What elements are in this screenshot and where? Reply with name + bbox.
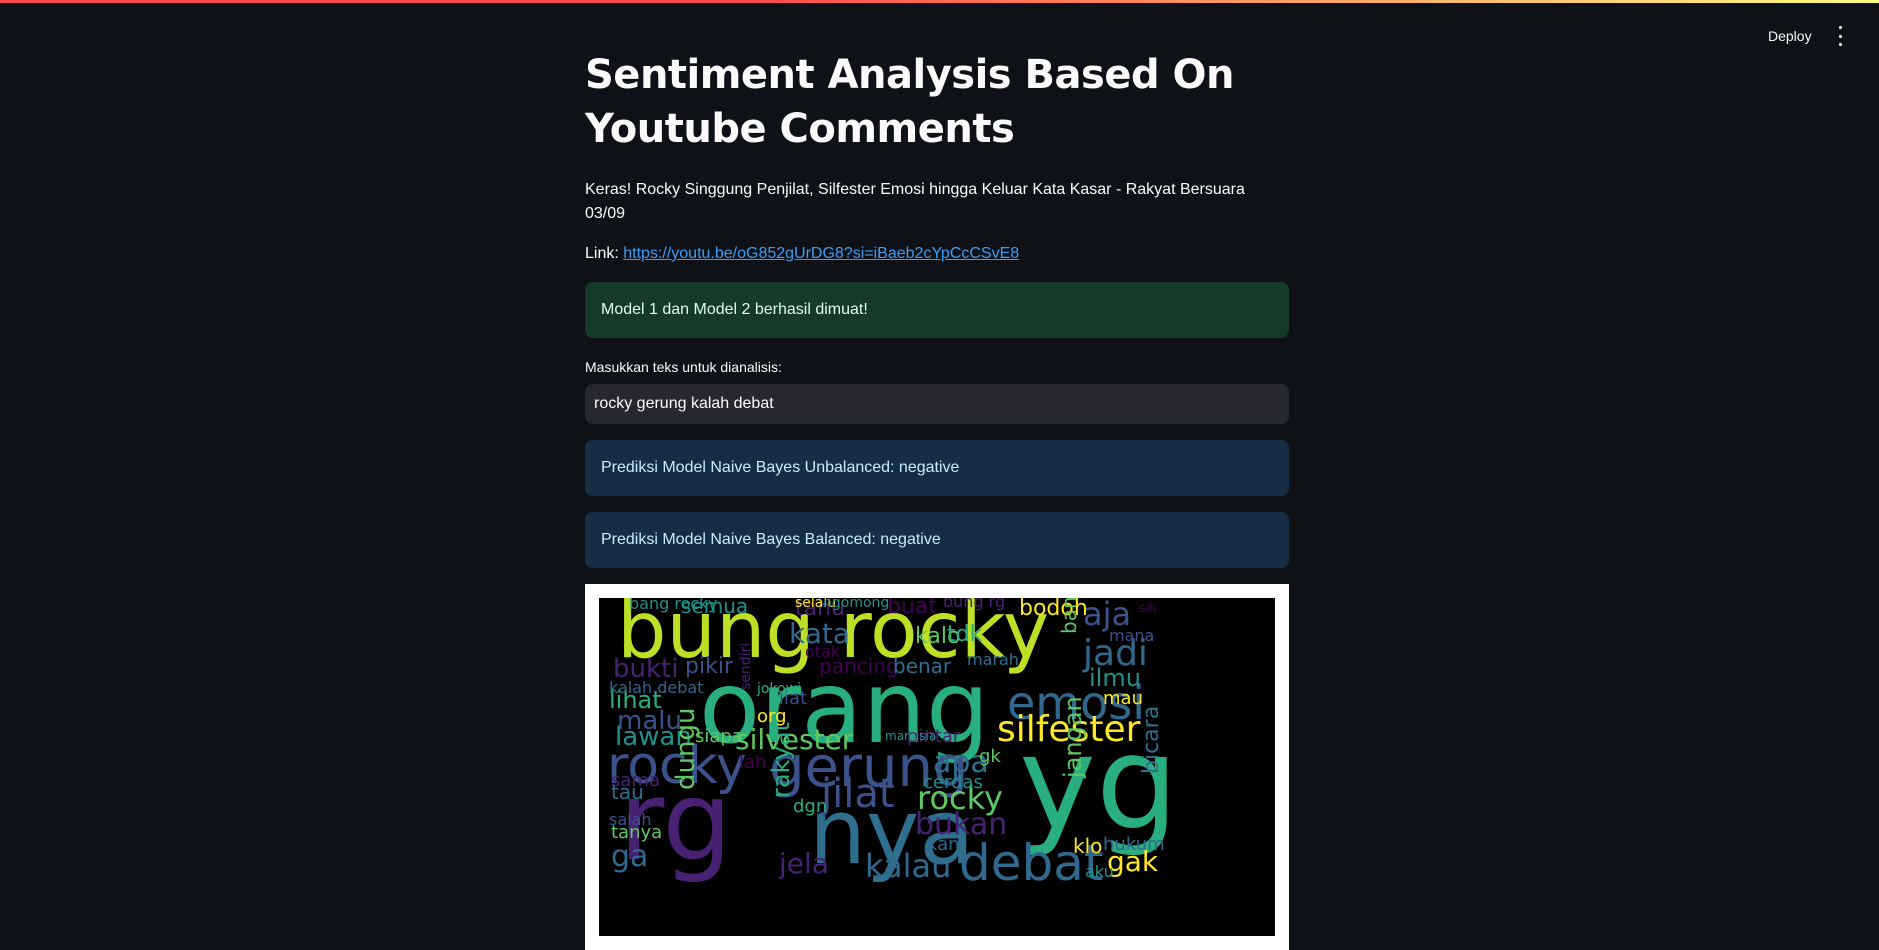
- prediction-balanced-alert: Prediksi Model Naive Bayes Balanced: neg…: [585, 512, 1289, 568]
- wordcloud-word: mau: [1103, 688, 1143, 709]
- wordcloud-word: bung rg: [943, 598, 1006, 611]
- wordcloud-word: ilmu: [1089, 664, 1141, 692]
- wordcloud-canvas: bung rocky orang yg rg nya gerung rocky emosi si…: [599, 598, 1275, 936]
- video-link-line: Link: https://youtu.be/oG852gUrDG8?si=iB…: [585, 242, 1289, 266]
- wordcloud-word: kan: [927, 834, 960, 855]
- wordcloud-word: hukum: [1103, 834, 1165, 855]
- wordcloud-word: jokowi: [757, 681, 801, 697]
- wordcloud-word: salah: [609, 810, 652, 829]
- wordcloud-word: jangan: [1059, 696, 1087, 778]
- wordcloud-word: rakyat: [767, 722, 795, 798]
- link-prefix: Link:: [585, 245, 619, 262]
- wordcloud-word: jilat: [821, 771, 895, 817]
- video-link[interactable]: https://youtu.be/oG852gUrDG8?si=iBaeb2cY…: [623, 245, 1019, 262]
- wordcloud-word: sendiri: [738, 642, 754, 690]
- wordcloud-word: ga: [611, 839, 649, 874]
- wordcloud-word: sih: [1139, 601, 1157, 615]
- wordcloud-word: org: [757, 706, 787, 727]
- wordcloud-word: siapa: [695, 726, 743, 747]
- wordcloud-word: buat: [887, 598, 938, 619]
- wordcloud-word: dgn: [793, 796, 828, 817]
- deploy-button[interactable]: Deploy: [1760, 24, 1820, 48]
- page-title: Sentiment Analysis Based On Youtube Comm…: [585, 52, 1235, 152]
- wordcloud-word: jela: [779, 847, 829, 880]
- wordcloud-word: banyak: [1057, 598, 1081, 634]
- wordcloud-word: bang rocky: [629, 598, 718, 613]
- wordcloud-word: manusia: [885, 729, 937, 743]
- model-loaded-alert: Model 1 dan Model 2 berhasil dimuat!: [585, 282, 1289, 338]
- wordcloud-word: otak: [805, 642, 841, 661]
- wordcloud-word: lah: [739, 752, 767, 773]
- wordcloud-word: dungu: [671, 707, 701, 790]
- wordcloud-word: pikir: [685, 654, 733, 679]
- wordcloud-word: bicara: [1139, 705, 1164, 774]
- wordcloud-word: marah: [967, 650, 1019, 669]
- video-title: Keras! Rocky Singgung Penjilat, Silfeste…: [585, 181, 1245, 222]
- wordcloud-word: mana: [1109, 626, 1155, 645]
- wordcloud-word: gk: [979, 746, 1001, 767]
- prediction-unbalanced-alert: Prediksi Model Naive Bayes Unbalanced: n…: [585, 440, 1289, 496]
- text-input-label: Masukkan teks untuk dianalisis:: [585, 359, 782, 375]
- wordcloud-image: bung rocky orang yg rg nya gerung rocky emosi si…: [585, 584, 1289, 950]
- top-decoration-bar: [0, 0, 1879, 3]
- wordcloud-word: benar: [893, 654, 952, 678]
- wordcloud-word: cerdas: [923, 772, 983, 793]
- wordcloud-word: tdk: [947, 622, 983, 647]
- wordcloud-word: tau: [611, 780, 644, 804]
- wordcloud-word: ngomong: [823, 598, 890, 611]
- analysis-text-input[interactable]: [585, 384, 1289, 424]
- main-content: Sentiment Analysis Based On Youtube Comm…: [585, 48, 1289, 950]
- wordcloud-word: kalah debat: [609, 678, 704, 697]
- wordcloud-word: klo: [1073, 834, 1103, 858]
- wordcloud-word: aku: [1085, 862, 1114, 881]
- kebab-menu-icon[interactable]: [1832, 26, 1848, 46]
